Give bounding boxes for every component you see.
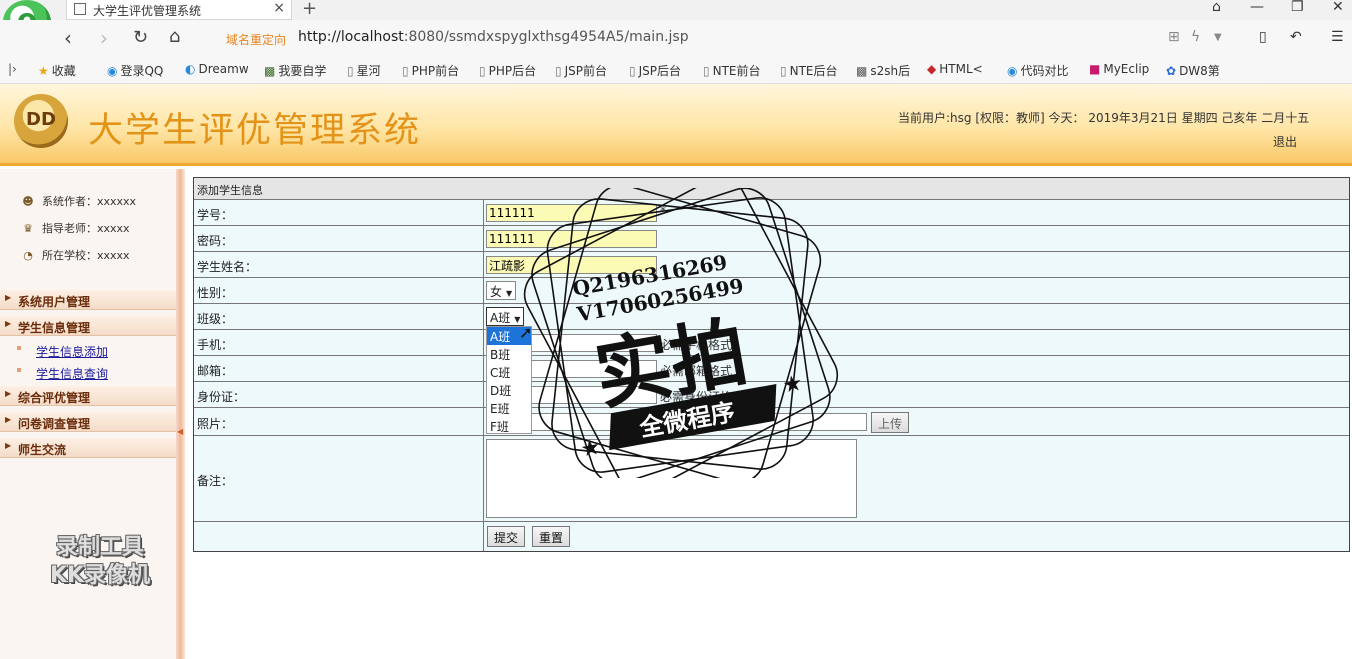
menu-survey-management[interactable]: ▶ 问卷调查管理 xyxy=(0,412,176,432)
users-icon: ☻ xyxy=(22,195,34,208)
sidebar-collapse-handle[interactable]: ◀ xyxy=(176,169,185,659)
bookmark-item[interactable]: ▯ JSP前台 xyxy=(555,62,607,79)
bookmark-item[interactable]: ▩ s2sh后 xyxy=(856,62,910,79)
sidebar-item-student-add[interactable]: 学生信息添加 xyxy=(36,343,108,360)
author-info: ☻ 系统作者：xxxxxx xyxy=(20,193,136,209)
chevron-down-icon: ▼ xyxy=(506,289,513,298)
label-gender: 性别： xyxy=(197,286,234,300)
bullet-icon xyxy=(17,346,21,350)
watermark-stamp: Q2196316269 V17060256499 实拍 全微程序 ★ ★ xyxy=(523,188,839,478)
collapse-arrow-icon: ◀ xyxy=(177,427,184,436)
undo-icon[interactable]: ↶ xyxy=(1290,29,1302,45)
label-email: 邮箱： xyxy=(197,364,234,378)
page-favicon-icon xyxy=(74,3,86,15)
app-header: 大学生评优管理系统 当前用户:hsg [权限：教师] 今天： 2019年3月21… xyxy=(0,84,1352,166)
bookmark-item[interactable]: ▯ 星河 xyxy=(347,62,381,79)
bookmark-item[interactable]: ◐ Dreamw xyxy=(185,62,249,76)
bookmark-item[interactable]: ▯ NTE后台 xyxy=(780,62,838,79)
close-tab-icon[interactable]: × xyxy=(273,0,285,16)
pin-icon[interactable]: ⌂ xyxy=(1212,0,1221,15)
redirect-label[interactable]: 域名重定向 xyxy=(226,31,286,48)
bookmark-item[interactable]: ◉ 代码对比 xyxy=(1007,62,1069,79)
teacher-icon: ♛ xyxy=(23,222,33,235)
browser-tab-bar: 大学生评优管理系统 × + ⌂ — ❐ ✕ xyxy=(0,0,1352,20)
reset-button[interactable]: 重置 xyxy=(532,526,571,547)
label-name: 学生姓名： xyxy=(197,260,258,274)
recorder-watermark: 录制工具 KK录像机 xyxy=(49,535,151,588)
label-phone: 手机： xyxy=(197,338,234,352)
star-icon: ★ xyxy=(781,371,805,399)
tab-title: 大学生评优管理系统 xyxy=(93,4,202,18)
bookmark-item[interactable]: ▯ NTE前台 xyxy=(703,62,761,79)
bookmark-item[interactable]: ▯ JSP后台 xyxy=(629,62,681,79)
label-photo: 照片： xyxy=(197,417,234,431)
label-class: 班级： xyxy=(197,312,234,326)
label-remark: 备注： xyxy=(197,474,234,488)
triangle-right-icon: ▶ xyxy=(5,319,12,328)
app-logo-icon xyxy=(14,94,68,148)
forward-icon[interactable]: › xyxy=(100,26,108,50)
teacher-info: ♛ 指导老师：xxxxx xyxy=(20,220,130,236)
menu-student-management[interactable]: ▶ 学生信息管理 xyxy=(0,316,176,336)
restore-icon[interactable]: ❐ xyxy=(1291,0,1304,15)
bookmark-item[interactable]: ★ 收藏 xyxy=(38,62,76,79)
grid-icon[interactable]: ⊞ xyxy=(1168,29,1180,45)
triangle-right-icon: ▶ xyxy=(5,389,12,398)
label-id-card: 身份证： xyxy=(197,390,246,404)
reader-icon[interactable]: ▯ xyxy=(1259,29,1267,45)
bookmark-item[interactable]: ▯ PHP前台 xyxy=(402,62,459,79)
chevron-down-icon[interactable]: ▼ xyxy=(1214,32,1222,43)
mouse-cursor-icon: ➚ xyxy=(519,323,533,342)
clock-icon: ◔ xyxy=(23,249,33,262)
back-icon[interactable]: ‹ xyxy=(64,26,72,50)
bookmark-item[interactable]: ■ MyEclip xyxy=(1089,62,1149,76)
triangle-right-icon: ▶ xyxy=(5,415,12,424)
bookmarks-bar: |› ★ 收藏 ◉ 登录QQ ◐ Dreamw ▩ 我要自学 ▯ 星河 ▯ PHP前台 ▯ P… xyxy=(0,58,1352,84)
menu-evaluation-management[interactable]: ▶ 综合评优管理 xyxy=(0,386,176,406)
browser-tab[interactable]: 大学生评优管理系统 × xyxy=(66,0,292,20)
bookmark-item[interactable]: ▯ PHP后台 xyxy=(479,62,536,79)
lightning-icon[interactable]: ϟ xyxy=(1191,29,1200,45)
upload-button[interactable]: 上传 xyxy=(871,412,910,433)
refresh-icon[interactable]: ↻ xyxy=(133,27,148,48)
user-info: 当前用户:hsg [权限：教师] 今天： 2019年3月21日 星期四 己亥年 … xyxy=(898,111,1310,125)
bookmarks-expand-icon[interactable]: |› xyxy=(8,62,17,76)
menu-icon[interactable]: ☰ xyxy=(1331,29,1344,45)
submit-button[interactable]: 提交 xyxy=(487,526,526,547)
home-icon[interactable]: ⌂ xyxy=(169,26,180,47)
url-field[interactable]: http://localhost:8080/ssmdxspyglxthsg495… xyxy=(298,29,689,45)
bookmark-item[interactable]: ◉ 登录QQ xyxy=(107,62,163,79)
row-actions: 提交 重置 xyxy=(194,522,1349,551)
school-info: ◔ 所在学校：xxxxx xyxy=(20,247,129,263)
minimize-icon[interactable]: — xyxy=(1250,0,1264,15)
menu-user-management[interactable]: ▶ 系统用户管理 xyxy=(0,290,176,310)
close-window-icon[interactable]: ✕ xyxy=(1332,0,1344,15)
bookmark-item[interactable]: ◆ HTML< xyxy=(927,62,983,76)
menu-communication[interactable]: ▶ 师生交流 xyxy=(0,438,176,458)
new-tab-icon[interactable]: + xyxy=(302,0,317,19)
triangle-right-icon: ▶ xyxy=(5,293,12,302)
address-bar: ‹ › ↻ ⌂ 域名重定向 http://localhost:8080/ssmd… xyxy=(0,20,1352,58)
bullet-icon xyxy=(17,368,21,372)
label-password: 密码： xyxy=(197,234,234,248)
label-student-id: 学号： xyxy=(197,208,234,222)
bookmark-item[interactable]: ✿ DW8第 xyxy=(1166,62,1220,79)
page-title: 大学生评优管理系统 xyxy=(88,111,422,151)
bookmark-item[interactable]: ▩ 我要自学 xyxy=(264,62,326,79)
sidebar-item-student-query[interactable]: 学生信息查询 xyxy=(36,365,108,382)
gender-select[interactable]: 女 ▼ xyxy=(486,281,517,300)
triangle-right-icon: ▶ xyxy=(5,441,12,450)
logout-link[interactable]: 退出 xyxy=(1273,133,1297,150)
